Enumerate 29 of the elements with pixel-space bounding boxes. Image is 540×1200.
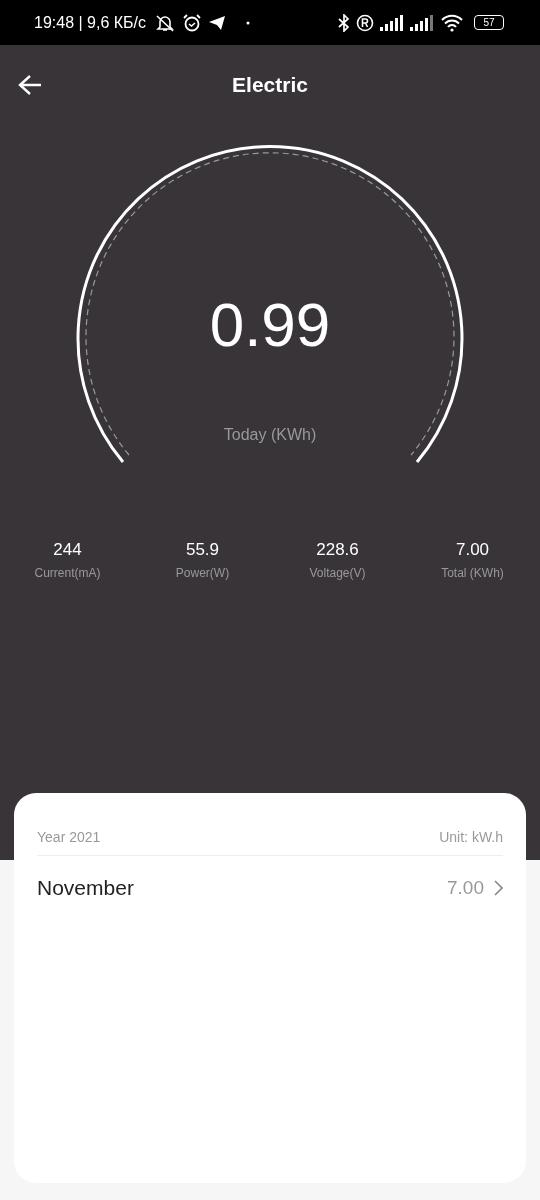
page-title: Electric — [232, 73, 308, 97]
stat-label: Total (KWh) — [441, 566, 504, 580]
status-time: 19:48 | 9,6 КБ/с — [34, 13, 147, 32]
stat-value: 244 — [53, 540, 82, 560]
stat-value: 7.00 — [455, 540, 490, 560]
stat-label: Voltage(V) — [309, 566, 366, 580]
year-label: Year 2021 — [37, 829, 101, 845]
battery-icon: 57 — [474, 15, 504, 30]
stat-value: 55.9 — [185, 540, 220, 560]
month-row[interactable]: November 7.00 — [37, 856, 503, 920]
stat-label: Power(W) — [175, 566, 230, 580]
muted-bell-icon — [154, 13, 177, 32]
paper-plane-icon — [208, 14, 227, 31]
signal-icon — [380, 14, 404, 31]
stat-label: Current(mA) — [34, 566, 101, 580]
chevron-right-icon — [494, 880, 503, 896]
stat-value: 228.6 — [316, 540, 359, 560]
signal-icon — [410, 14, 434, 31]
today-energy-label: Today (KWh) — [222, 426, 318, 444]
month-name: November — [37, 876, 135, 900]
month-value: 7.00 — [447, 877, 484, 899]
back-arrow-icon[interactable] — [18, 74, 42, 96]
registered-icon — [356, 13, 374, 32]
bluetooth-icon — [338, 13, 350, 32]
wifi-icon — [440, 13, 464, 32]
alarm-clock-icon — [182, 13, 203, 32]
today-energy-value: 0.99 — [208, 294, 332, 356]
unit-label: Unit: kW.h — [439, 829, 503, 845]
dot-icon — [246, 20, 251, 25]
